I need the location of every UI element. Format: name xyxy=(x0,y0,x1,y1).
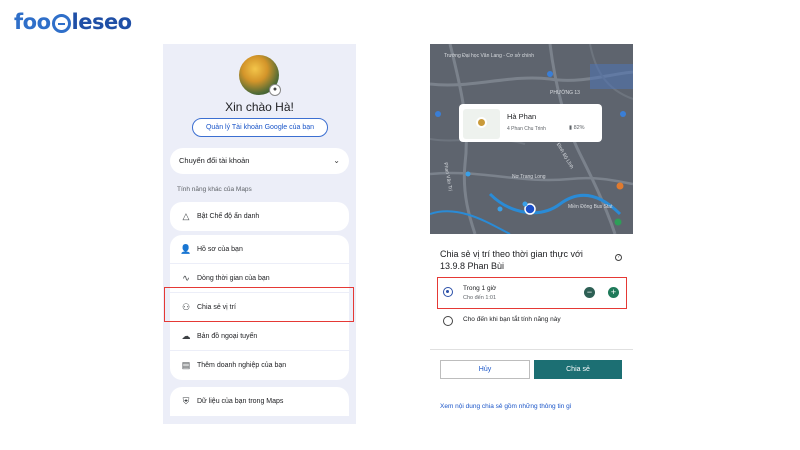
menu-item-label: Dữ liệu của bạn trong Maps xyxy=(197,398,284,405)
chevron-down-icon: ⌄ xyxy=(333,156,340,165)
menu-item-profile[interactable]: 👤 Hồ sơ của bạn xyxy=(170,235,349,264)
incognito-icon: △ xyxy=(182,211,190,221)
switch-account-label: Chuyển đổi tài khoản xyxy=(179,156,250,165)
manage-account-button[interactable]: Quản lý Tài khoản Google của bạn xyxy=(192,118,328,137)
timeline-icon: ∿ xyxy=(182,272,190,283)
divider xyxy=(430,349,633,350)
profile-icon: 👤 xyxy=(180,243,192,254)
help-icon[interactable]: ? xyxy=(615,254,622,261)
menu-item-label: Thêm doanh nghiệp của bạn xyxy=(197,362,287,369)
map-view[interactable]: Trường Đại học Văn Lang - Cơ sở chính PH… xyxy=(430,44,633,234)
share-title: Chia sẻ vị trí theo thời gian thực với 1… xyxy=(440,249,583,271)
section-label: Tính năng khác của Maps xyxy=(177,186,252,193)
menu-item-your-data[interactable]: ⛨ Dữ liệu của bạn trong Maps xyxy=(170,387,349,416)
incognito-card: △ Bật Chế độ ẩn danh xyxy=(170,202,349,231)
brand-logo: foo leseo xyxy=(14,9,132,35)
menu-item-label: Dòng thời gian của bạn xyxy=(197,274,270,282)
cancel-button[interactable]: Hủy xyxy=(440,360,530,379)
shield-icon: ⛨ xyxy=(182,396,190,406)
menu-item-label: Bản đồ ngoại tuyến xyxy=(197,332,258,340)
greeting: Xin chào Hà! xyxy=(225,100,294,114)
account-menu-panel: ● Xin chào Hà! Quản lý Tài khoản Google … xyxy=(163,44,356,424)
map-label-station: Miền Đông Bus Stat xyxy=(568,204,613,210)
avatar-pin-icon xyxy=(476,117,487,128)
map-label-street: Nơ Trang Long xyxy=(512,174,546,180)
battery-text: 82% xyxy=(573,125,585,131)
highlight-box xyxy=(164,287,354,322)
logo-text-a: foo xyxy=(14,10,51,34)
switch-account-dropdown[interactable]: Chuyển đổi tài khoản ⌄ xyxy=(170,148,349,174)
menu-item-offline-maps[interactable]: ☁ Bản đồ ngoại tuyến xyxy=(170,322,349,351)
menu-item-label: Hồ sơ của bạn xyxy=(197,245,243,253)
see-shared-info-link[interactable]: Xem nội dung chia sẻ gồm những thông tin… xyxy=(440,403,572,410)
location-share-panel: Trường Đại học Văn Lang - Cơ sở chính PH… xyxy=(430,44,633,424)
map-label-ward: PHƯỜNG 13 xyxy=(550,90,580,96)
menu-item-add-business[interactable]: ▤ Thêm doanh nghiệp của bạn xyxy=(170,351,349,380)
logo-globe-icon xyxy=(51,13,71,33)
highlight-box xyxy=(437,277,627,309)
menu-item-incognito[interactable]: △ Bật Chế độ ẩn danh xyxy=(170,202,349,231)
contact-name: Hà Phan xyxy=(507,112,537,121)
battery-level: ▮ 82% xyxy=(569,125,585,131)
contact-location-card[interactable]: Hà Phan 4 Phan Chu Trinh ▮ 82% xyxy=(459,104,602,142)
offline-map-icon: ☁ xyxy=(181,330,191,341)
screenshot-canvas: foo leseo ● Xin chào Hà! Quản lý Tài kho… xyxy=(0,0,800,450)
add-business-icon: ▤ xyxy=(181,360,191,370)
map-label-school: Trường Đại học Văn Lang - Cơ sở chính xyxy=(444,53,534,59)
contact-address: 4 Phan Chu Trinh xyxy=(507,126,546,132)
camera-icon[interactable]: ● xyxy=(269,84,281,96)
menu-item-label: Bật Chế độ ẩn danh xyxy=(197,213,260,220)
radio-until-off[interactable] xyxy=(443,316,453,326)
logo-text-b: leseo xyxy=(71,10,133,34)
data-card: ⛨ Dữ liệu của bạn trong Maps xyxy=(170,387,349,416)
option-until-off-label: Cho đến khi bạn tắt tính năng này xyxy=(463,316,561,323)
location-thumbnail xyxy=(463,109,500,139)
share-button[interactable]: Chia sẻ xyxy=(534,360,622,379)
option-until-off[interactable]: Cho đến khi bạn tắt tính năng này xyxy=(440,312,630,336)
